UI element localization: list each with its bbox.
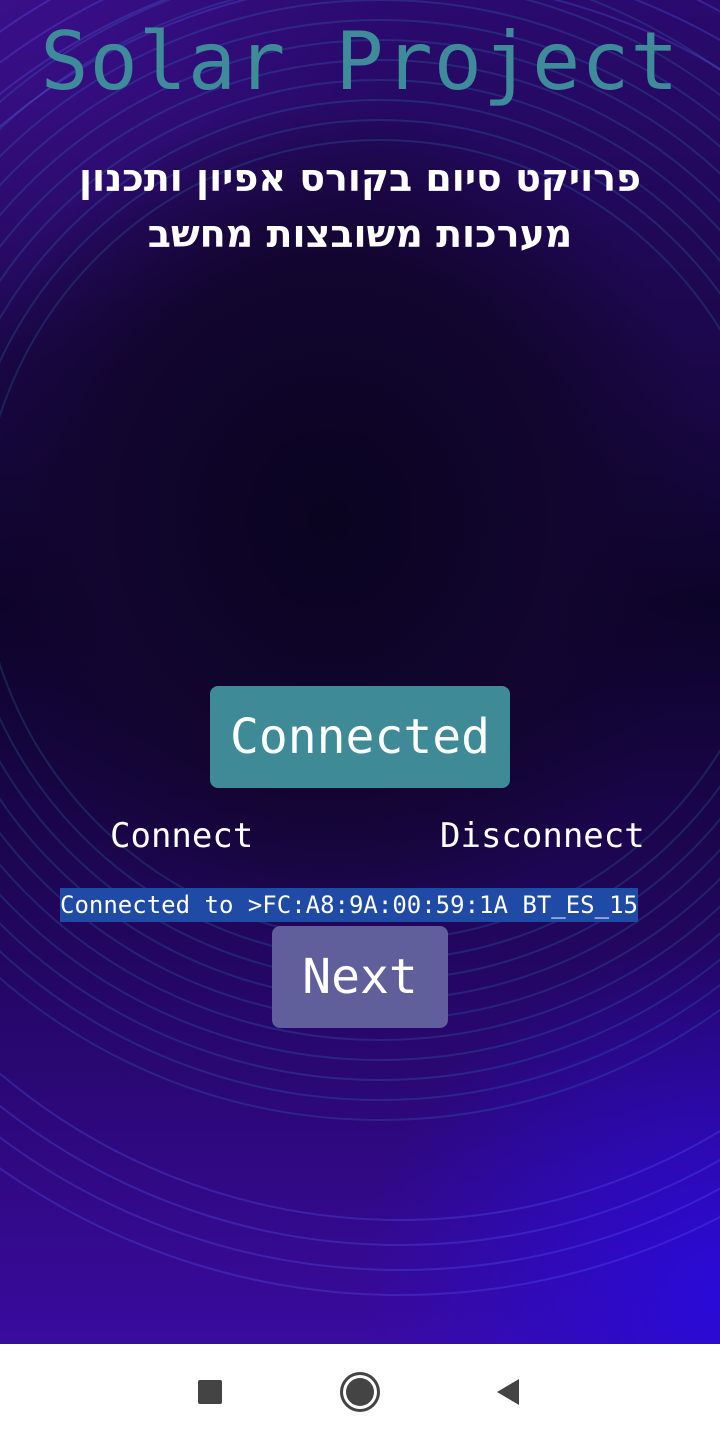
recent-apps-icon	[198, 1380, 222, 1404]
back-icon	[497, 1379, 519, 1405]
app-screen: Solar Project פרויקט סיום בקורס אפיון ות…	[0, 0, 720, 1344]
page-title: Solar Project	[40, 15, 680, 108]
back-button[interactable]	[460, 1344, 556, 1440]
connected-button[interactable]: Connected	[210, 686, 510, 788]
disconnect-button[interactable]: Disconnect	[440, 814, 645, 858]
connection-status-text: Connected to >FC:A8:9A:00:59:1A BT_ES_15	[60, 888, 638, 922]
next-button[interactable]: Next	[272, 926, 448, 1028]
recent-apps-button[interactable]	[162, 1344, 258, 1440]
course-subtitle: פרויקט סיום בקורס אפיון ותכנון מערכות מש…	[78, 156, 641, 256]
connect-button[interactable]: Connect	[110, 814, 253, 858]
home-icon	[346, 1378, 374, 1406]
home-button[interactable]	[312, 1344, 408, 1440]
system-navigation-bar	[0, 1344, 720, 1440]
